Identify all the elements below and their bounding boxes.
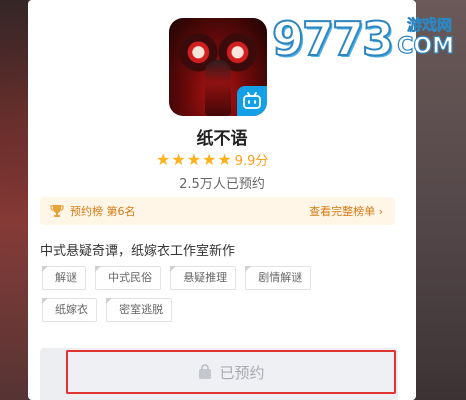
game-app-icon[interactable] bbox=[169, 18, 267, 116]
gift-bag-icon bbox=[197, 364, 213, 380]
app-icon-figure bbox=[205, 60, 231, 116]
star-rating: ★ ★ ★ ★ ★ 9.9分 bbox=[156, 150, 268, 169]
star-icon: ★ bbox=[171, 149, 186, 169]
star-icon: ★ bbox=[156, 149, 171, 169]
reserved-button-label: 已预约 bbox=[219, 363, 265, 382]
tag-paper-bride[interactable]: 纸嫁衣 bbox=[42, 298, 97, 322]
tag-escape-room[interactable]: 密室逃脱 bbox=[106, 298, 173, 322]
tag-chinese-folklore[interactable]: 中式民俗 bbox=[95, 266, 162, 290]
background-left bbox=[0, 0, 28, 400]
tag-puzzle[interactable]: 解谜 bbox=[42, 266, 86, 290]
star-icon: ★ bbox=[202, 149, 217, 169]
background-right bbox=[416, 0, 466, 400]
game-description: 中式悬疑奇谭，纸嫁衣工作室新作 bbox=[40, 244, 236, 259]
rank-text: 预约榜 第6名 bbox=[70, 205, 136, 218]
trophy-icon bbox=[50, 204, 64, 218]
reserved-button[interactable]: 已预约 bbox=[66, 350, 396, 394]
bilibili-tv-icon bbox=[237, 86, 267, 116]
reserve-count: 2.5万人已预约 bbox=[179, 177, 265, 192]
rating-score: 9.9分 bbox=[234, 154, 269, 169]
view-full-ranking-link[interactable]: 查看完整榜单 › bbox=[309, 203, 383, 219]
rank-bar[interactable]: 预约榜 第6名 查看完整榜单 › bbox=[40, 197, 395, 225]
tag-list: 解谜 中式民俗 悬疑推理 剧情解谜 纸嫁衣 密室逃脱 bbox=[42, 266, 372, 330]
star-icon: ★ bbox=[217, 149, 232, 169]
tag-mystery-reasoning[interactable]: 悬疑推理 bbox=[170, 266, 237, 290]
tag-story-puzzle[interactable]: 剧情解谜 bbox=[245, 266, 312, 290]
star-icon: ★ bbox=[186, 149, 202, 169]
game-title: 纸不语 bbox=[196, 129, 248, 149]
game-card: 纸不语 ★ ★ ★ ★ ★ 9.9分 2.5万人已预约 预约榜 第6名 查看完整… bbox=[28, 0, 416, 400]
